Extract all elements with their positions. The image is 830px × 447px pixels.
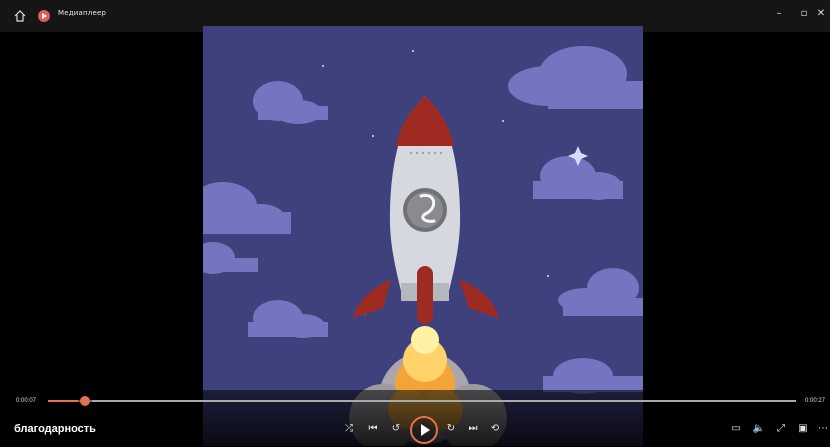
time-elapsed: 0:00:07 (16, 398, 37, 404)
shuffle-icon[interactable]: ⤮ (340, 420, 358, 438)
volume-icon[interactable]: 🔈 (750, 420, 768, 438)
seek-thumb[interactable] (80, 396, 91, 406)
miniplayer-icon[interactable]: ▣ (794, 420, 812, 438)
play-icon[interactable] (410, 416, 438, 444)
more-icon[interactable]: ⋯ (814, 420, 830, 438)
restore-button[interactable]: ▫ (797, 7, 811, 21)
repeat-icon[interactable]: ⟲ (486, 420, 504, 438)
next-icon[interactable]: ⏭ (464, 420, 482, 438)
seek-bar[interactable] (48, 396, 796, 406)
previous-icon[interactable]: ⏮ (364, 420, 382, 438)
time-total: 0:00:27 (805, 398, 826, 404)
minimize-button[interactable]: – (772, 7, 786, 21)
track-title: благодарность (14, 423, 96, 435)
video-frame[interactable] (203, 26, 643, 446)
playback-controls: 0:00:07 0:00:27 благодарность ⤮ ⏮ ↺ ↻ ⏭ … (0, 390, 830, 447)
home-icon[interactable] (12, 8, 28, 24)
close-button[interactable]: ✕ (814, 7, 828, 21)
media-player-icon (38, 10, 50, 22)
skip-back-10-icon[interactable]: ↺ (387, 420, 405, 438)
caption-icon[interactable]: ▭ (727, 420, 745, 438)
skip-forward-30-icon[interactable]: ↻ (442, 420, 460, 438)
fullscreen-icon[interactable]: ⤢ (772, 420, 790, 438)
app-title: Медиаплеер (58, 9, 107, 17)
